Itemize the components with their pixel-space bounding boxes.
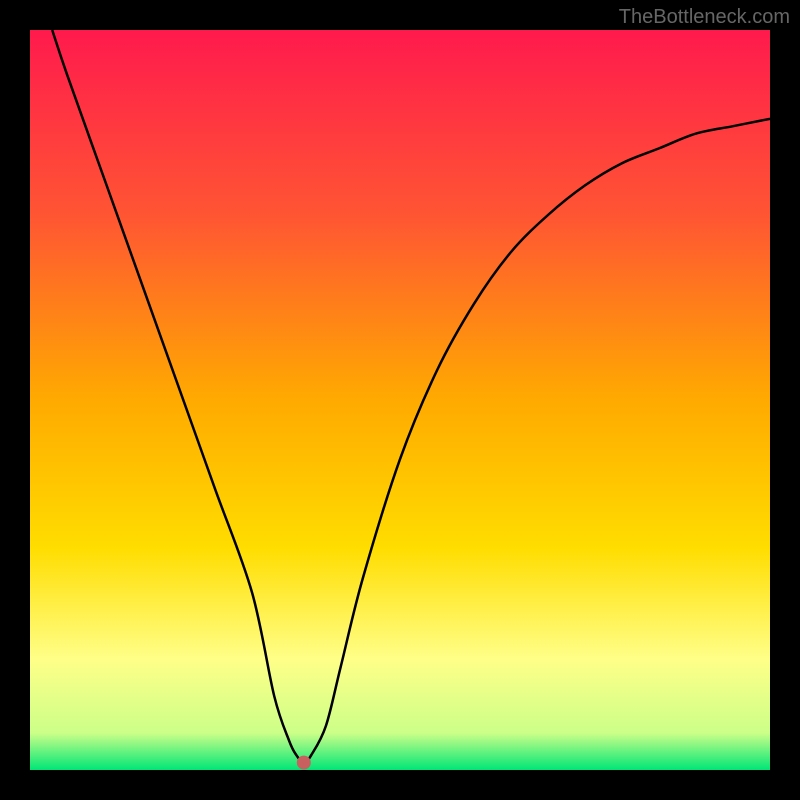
bottleneck-curve [52,30,770,763]
curve-overlay [30,30,770,770]
sweet-spot-marker [297,756,311,770]
chart-container [30,30,770,770]
watermark-text: TheBottleneck.com [619,6,790,29]
